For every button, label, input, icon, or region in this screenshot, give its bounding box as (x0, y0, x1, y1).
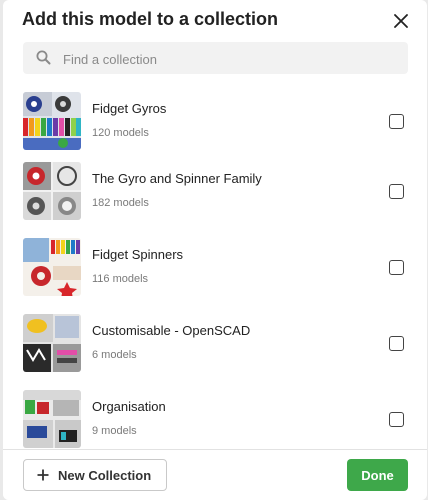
new-collection-button[interactable]: New Collection (23, 459, 167, 491)
collection-checkbox[interactable] (389, 114, 404, 129)
search-icon (36, 50, 51, 65)
collection-count: 116 models (92, 273, 149, 285)
collection-thumbnail (23, 162, 81, 220)
collection-count: 120 models (92, 127, 149, 139)
collection-thumbnail (23, 92, 81, 150)
collection-item[interactable]: Organisation 9 models (3, 390, 427, 458)
collection-checkbox[interactable] (389, 336, 404, 351)
plus-icon (37, 469, 49, 481)
collection-name: Fidget Spinners (92, 247, 184, 262)
collection-name: Organisation (92, 399, 166, 414)
dialog-footer: New Collection Done (3, 449, 427, 500)
collection-thumbnail (23, 238, 81, 296)
collection-checkbox[interactable] (389, 184, 404, 199)
done-button[interactable]: Done (347, 459, 408, 491)
collection-checkbox[interactable] (389, 412, 404, 427)
collection-count: 182 models (92, 197, 149, 209)
collection-checkbox[interactable] (389, 260, 404, 275)
add-to-collection-dialog: Add this model to a collection Find a co… (3, 0, 427, 500)
dialog-title: Add this model to a collection (22, 9, 279, 29)
collection-count: 6 models (92, 349, 137, 361)
collection-thumbnail (23, 390, 81, 448)
collection-name: The Gyro and Spinner Family (92, 171, 262, 186)
close-icon (394, 14, 408, 28)
collection-item[interactable]: Customisable - OpenSCAD 6 models (3, 314, 427, 382)
close-button[interactable] (390, 10, 412, 32)
search-input[interactable] (61, 42, 395, 76)
dialog-header: Add this model to a collection (3, 0, 427, 44)
collection-count: 9 models (92, 425, 137, 437)
collection-item[interactable]: Fidget Gyros 120 models (3, 92, 427, 160)
collection-item[interactable]: The Gyro and Spinner Family 182 models (3, 162, 427, 230)
new-collection-label: New Collection (58, 467, 152, 483)
collection-name: Customisable - OpenSCAD (92, 323, 251, 338)
collection-thumbnail (23, 314, 81, 372)
collection-name: Fidget Gyros (92, 101, 167, 116)
collection-item[interactable]: Fidget Spinners 116 models (3, 238, 427, 306)
search-box (23, 42, 408, 76)
